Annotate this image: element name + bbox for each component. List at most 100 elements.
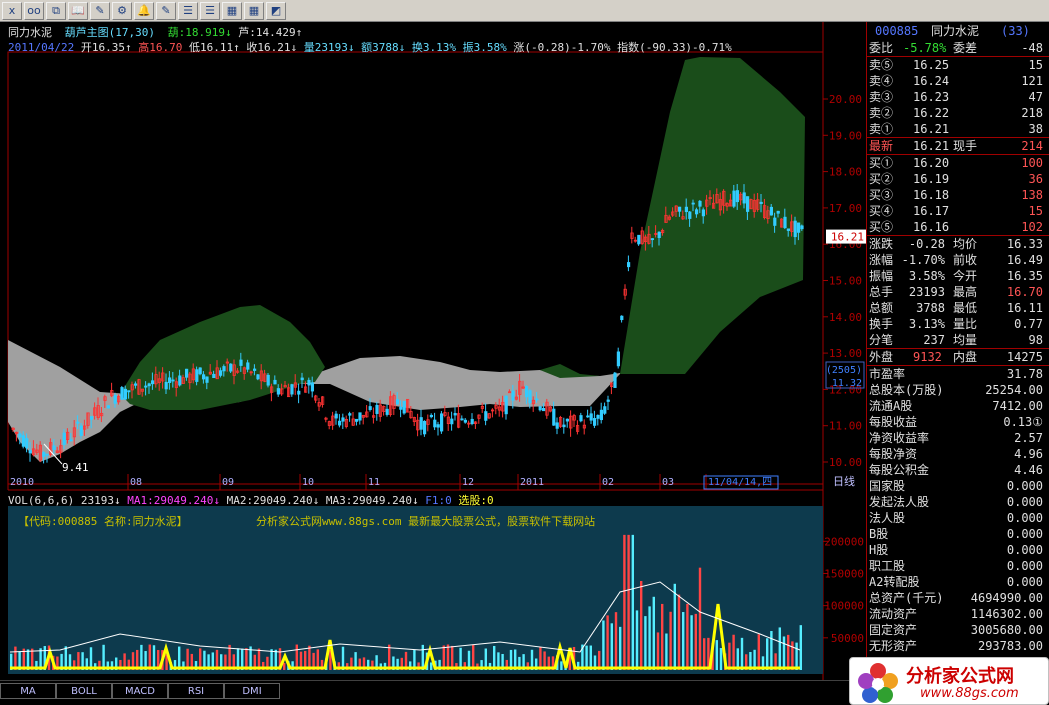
- neipan-label: 内盘: [953, 350, 978, 364]
- stat-value: 16.49: [1006, 253, 1043, 267]
- fund-row: 总股本(万股) 25254.00: [867, 382, 1049, 398]
- weibi-value: -5.78%: [903, 41, 947, 55]
- candle-body: [164, 381, 168, 390]
- x-tick-label: 2010: [10, 477, 34, 488]
- candle-body: [525, 386, 529, 398]
- price-tick-label: 10.00: [829, 456, 862, 469]
- candle-body: [735, 190, 740, 203]
- vol-tick-label: 50000: [831, 632, 864, 645]
- candle-body: [147, 383, 151, 387]
- chart-area[interactable]: 9.41 20.00 19.00 18.00 17.00 16.00 15.00 14.00 1…: [0, 22, 866, 682]
- candle-body: [419, 417, 423, 430]
- candle-body: [593, 418, 597, 426]
- window-icon[interactable]: ◩: [266, 1, 286, 20]
- vol-ma1: MA1:29049.240↓: [127, 494, 220, 507]
- candle-body: [589, 413, 593, 421]
- latest-value: 16.21: [913, 139, 950, 153]
- buy-volume: 138: [1021, 188, 1043, 202]
- volume-bar: [442, 645, 445, 670]
- site-logo: 分析家公式网 www.88gs.com: [849, 657, 1049, 705]
- candle-body: [484, 411, 488, 421]
- volume-bar: [472, 644, 475, 670]
- stat-row: 涨跌 -0.28 均价 16.33: [867, 236, 1049, 252]
- volume-bar: [589, 645, 592, 670]
- quote-stats: 涨跌 -0.28 均价 16.33 涨幅 -1.70% 前收 16.49 振幅 3.58% 今开 16…: [867, 236, 1049, 348]
- volume-bar: [619, 626, 622, 670]
- volume-bar: [64, 646, 67, 670]
- close-icon[interactable]: x: [2, 1, 22, 20]
- vol-ma3: MA3:29049.240↓: [325, 494, 419, 507]
- candle-body: [586, 415, 590, 418]
- tab-rsi[interactable]: RSI: [168, 683, 224, 699]
- fund-row: B股 0.000: [867, 526, 1049, 542]
- candle-body: [538, 406, 542, 411]
- quote-low: 低16.11↑: [188, 41, 240, 54]
- hu-band: [620, 57, 805, 374]
- stock-name: 同力水泥: [8, 26, 52, 39]
- stat-label: 分笔: [869, 333, 894, 347]
- volume-bar: [656, 632, 660, 670]
- price-tick-label: 20.00: [829, 93, 862, 106]
- volume-bar: [627, 534, 630, 670]
- stat-label: 最高: [953, 285, 978, 299]
- candle-body: [144, 385, 148, 388]
- table-icon[interactable]: ▦: [244, 1, 264, 20]
- stat-value: -0.28: [908, 237, 945, 251]
- stat-label: 涨跌: [869, 237, 894, 251]
- logo-url: www.88gs.com: [920, 686, 1019, 701]
- candle-body: [470, 418, 474, 425]
- candle-body: [276, 388, 281, 395]
- buy-row: 买① 16.20 100: [867, 155, 1049, 171]
- sell-label: 卖③: [869, 90, 894, 104]
- buy-price: 16.18: [913, 188, 950, 202]
- candle-body: [25, 438, 29, 449]
- volume-bar: [766, 638, 769, 670]
- list-icon[interactable]: ☰: [178, 1, 198, 20]
- volume-bar: [778, 627, 781, 670]
- gear-icon[interactable]: ⚙: [112, 1, 132, 20]
- candle-body: [695, 209, 699, 215]
- candle-body: [565, 418, 570, 422]
- tab-dmi[interactable]: DMI: [224, 683, 280, 699]
- stat-value: 16.35: [1006, 269, 1043, 283]
- volume-bar: [614, 612, 618, 670]
- candle-body: [535, 398, 539, 401]
- x-tick-label: 10: [302, 477, 314, 488]
- candle-body: [627, 262, 631, 268]
- copy-icon[interactable]: ⧉: [46, 1, 66, 20]
- tab-macd[interactable]: MACD: [112, 683, 168, 699]
- waipan-label: 外盘: [869, 350, 894, 364]
- candle-body: [783, 216, 787, 229]
- fund-value: 293783.00: [977, 639, 1043, 653]
- volume-bar: [682, 612, 685, 670]
- quote-date: 2011/04/22: [8, 41, 75, 54]
- stat-label: 量比: [953, 317, 978, 331]
- side-tag: (2505): [826, 365, 862, 376]
- tab-boll[interactable]: BOLL: [56, 683, 112, 699]
- candle-body: [42, 452, 46, 457]
- hu-band: [120, 305, 325, 410]
- candle-body: [429, 414, 434, 418]
- volume-bar: [148, 644, 151, 670]
- link-icon[interactable]: oo: [24, 1, 44, 20]
- candle-body: [222, 366, 226, 372]
- alarm-icon[interactable]: 🔔: [134, 1, 154, 20]
- candle-body: [62, 432, 66, 445]
- candle-body: [616, 351, 621, 367]
- book-icon[interactable]: 📖: [68, 1, 88, 20]
- buy-label: 买④: [869, 204, 894, 218]
- edit-icon[interactable]: ✎: [90, 1, 110, 20]
- stat-label: 振幅: [869, 269, 894, 283]
- x-tick-label: 11: [368, 477, 380, 488]
- buy-label: 买②: [869, 172, 894, 186]
- draw-icon[interactable]: ✎: [156, 1, 176, 20]
- stat-row: 总额 3788 最低 16.11: [867, 300, 1049, 316]
- grid-icon[interactable]: ▦: [222, 1, 242, 20]
- xianshou-label: 现手: [953, 139, 978, 153]
- tab-ma[interactable]: MA: [0, 683, 56, 699]
- kline-chart[interactable]: 9.4120.0019.0018.0017.0016.0015.0014.001…: [0, 22, 866, 682]
- menu-icon[interactable]: ☰: [200, 1, 220, 20]
- candle-body: [684, 206, 689, 213]
- candle-body: [528, 390, 532, 404]
- fund-value: 2.57: [1014, 431, 1043, 445]
